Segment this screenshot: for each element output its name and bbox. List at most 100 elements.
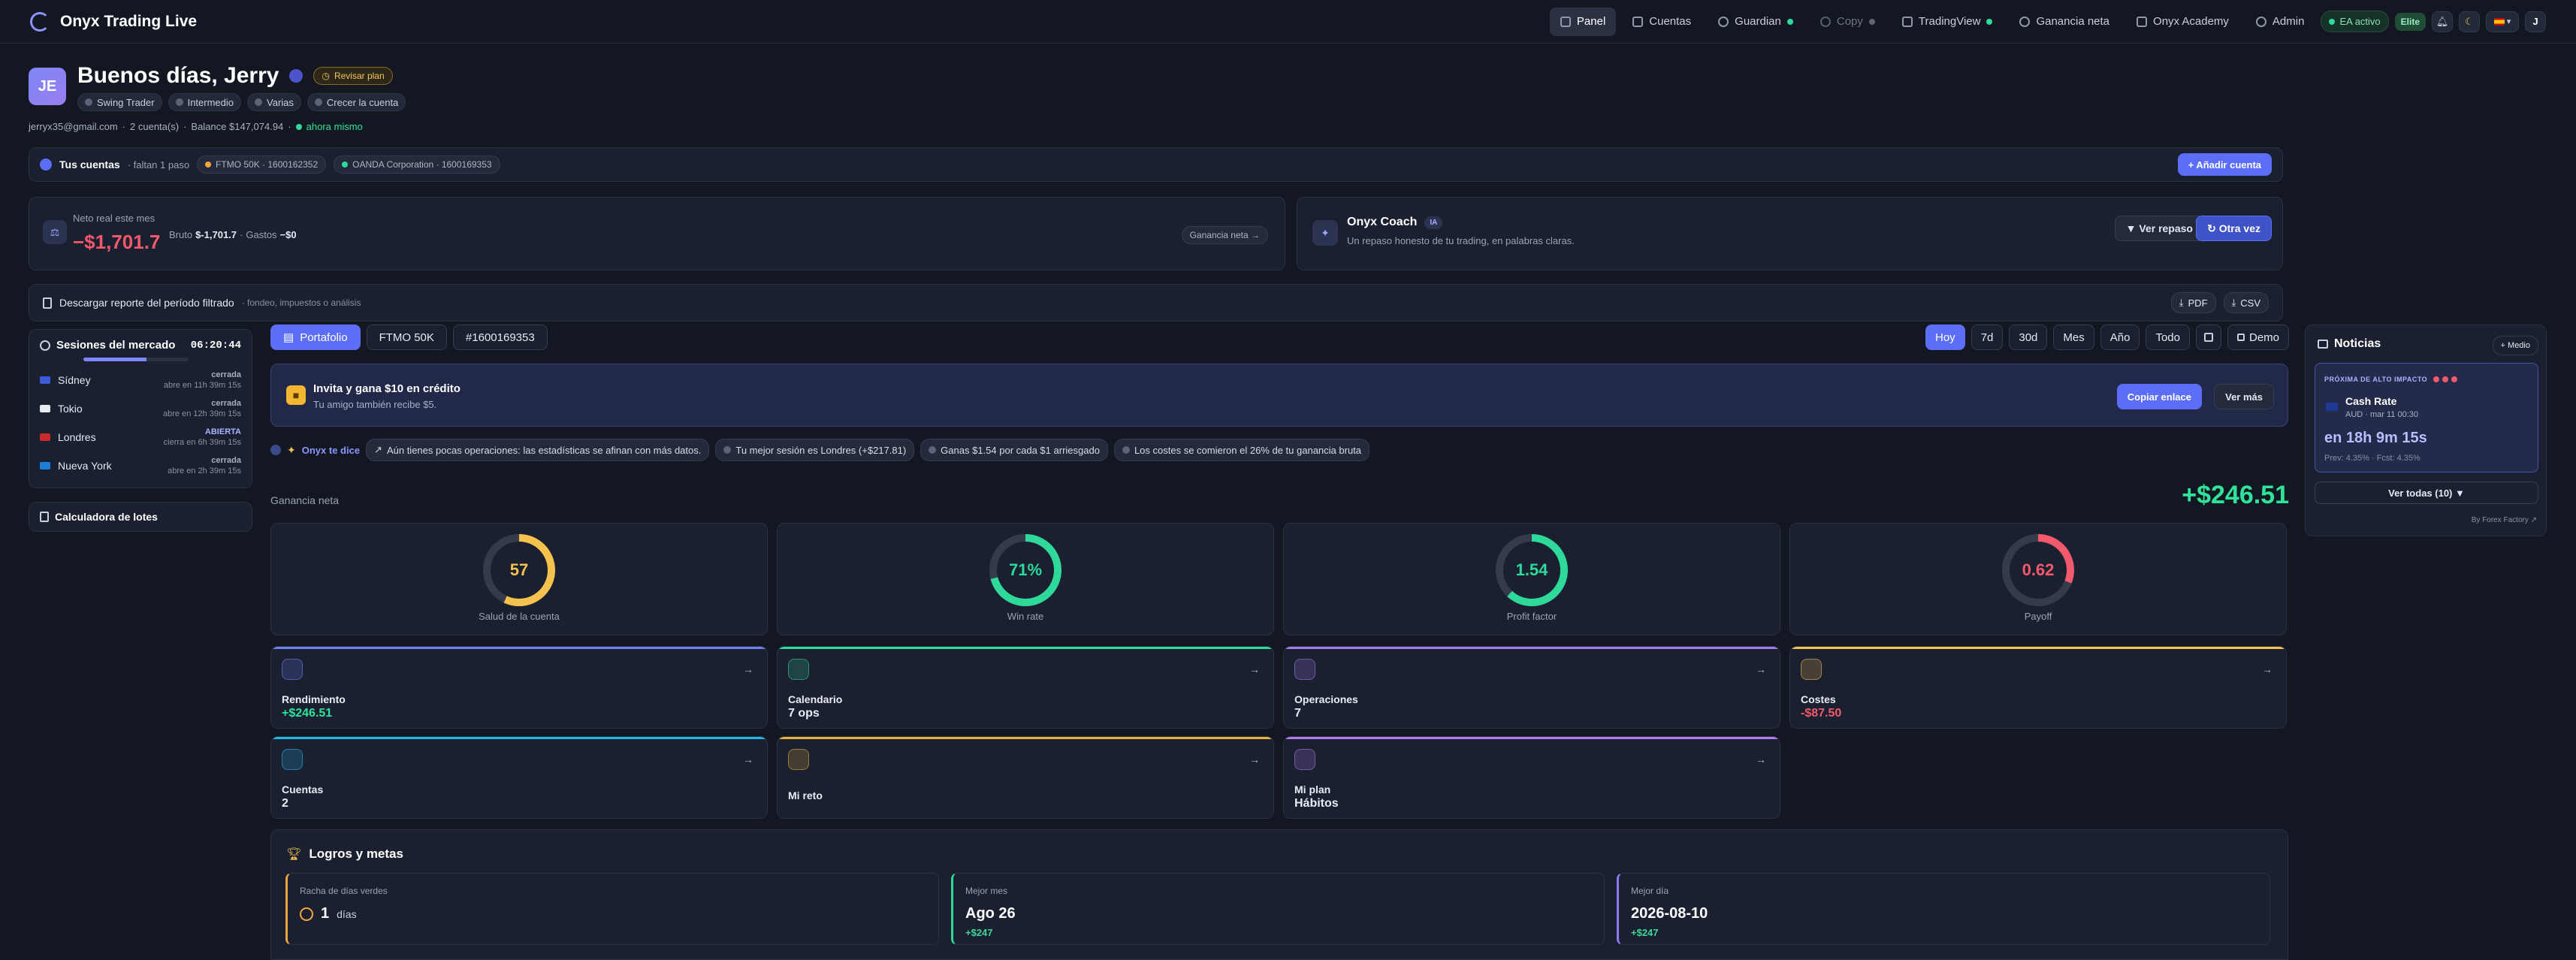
shield-icon — [1718, 16, 1729, 27]
gauge-card[interactable]: 57 Salud de la cuenta — [270, 523, 768, 635]
copy-link-button[interactable]: Copiar enlace — [2116, 384, 2202, 409]
tag-goal: Crecer la cuenta — [307, 93, 406, 111]
achievement-label: Mejor mes — [965, 886, 1008, 896]
tile-icon — [1801, 659, 1822, 680]
period-year[interactable]: Año — [2100, 325, 2140, 350]
nav-item-admin[interactable]: Admin — [2245, 8, 2315, 36]
retry-button[interactable]: ↻ Otra vez — [2196, 216, 2272, 241]
nav-item-guardian[interactable]: Guardian — [1708, 8, 1804, 36]
status-dot — [2329, 18, 2336, 25]
greeting-row: Buenos días, Jerry ◷ Revisar plan — [77, 63, 393, 89]
gauge-card[interactable]: 0.62 Payoff — [1789, 523, 2287, 635]
brand[interactable]: Onyx Trading Live — [30, 11, 198, 32]
elite-badge: Elite — [2394, 12, 2426, 31]
chart-icon: ↗ — [374, 444, 382, 455]
bell-icon: 🔔︎ — [2436, 15, 2449, 27]
tradingview-icon — [1901, 16, 1913, 27]
arrow-right-icon: → — [1249, 753, 1260, 765]
impact-filter[interactable]: + Medio — [2492, 336, 2538, 355]
nav-item-copy[interactable]: Copy — [1810, 8, 1886, 36]
nav-item-cuentas[interactable]: Cuentas — [1622, 8, 1702, 36]
pdf-button[interactable]: ⤓ PDF — [2170, 292, 2216, 313]
view-all-news-button[interactable]: Ver todas (10) ▼ — [2315, 482, 2538, 504]
nav-item-panel[interactable]: Panel — [1549, 7, 1617, 36]
arrow-right-icon: → — [2262, 663, 2272, 675]
theme-toggle[interactable]: ☾ — [2459, 11, 2480, 32]
net-profit-link[interactable]: Ganancia neta → — [1181, 226, 1268, 244]
calendar-icon — [2203, 333, 2213, 342]
nav-item-tradingview[interactable]: TradingView — [1892, 8, 2004, 36]
briefcase-icon: ▤ — [283, 331, 294, 344]
achievement-sub: +$247 — [965, 927, 993, 938]
user-avatar-button[interactable]: J — [2525, 11, 2546, 32]
report-bar: Descargar reporte del período filtrado ·… — [29, 284, 2283, 322]
module-tile[interactable]: → Calendario 7 ops — [777, 646, 1274, 729]
gauge-value: 71% — [1008, 560, 1043, 579]
sparkle-icon: ✦ — [1312, 220, 1338, 246]
tab-account-number[interactable]: #1600169353 — [452, 325, 548, 350]
achievement-card: Mejor día 2026-08-10 +$247 — [1617, 873, 2270, 945]
tag-style: Swing Trader — [77, 93, 162, 111]
news-source-link[interactable]: By Forex Factory ↗ — [2472, 516, 2537, 524]
gauge-value: 57 — [509, 560, 529, 579]
module-tile[interactable]: → Operaciones 7 — [1283, 646, 1780, 729]
period-7d[interactable]: 7d — [1971, 325, 2004, 350]
period-month[interactable]: Mes — [2053, 325, 2094, 350]
achievement-value: 2026-08-10 — [1631, 905, 1708, 922]
period-30d[interactable]: 30d — [2009, 325, 2048, 350]
see-more-button[interactable]: Ver más — [2214, 384, 2274, 409]
tab-ftmo[interactable]: FTMO 50K — [366, 325, 447, 350]
tile-value: 7 — [1294, 707, 1301, 720]
status-dot — [342, 162, 349, 168]
gauge-value: 1.54 — [1515, 560, 1548, 579]
tile-value: -$87.50 — [1801, 707, 1842, 720]
tile-accent — [1790, 647, 2286, 649]
high-impact-event[interactable]: PRÓXIMA DE ALTO IMPACTO Cash Rate AUD · … — [2315, 363, 2538, 472]
achievements-title: Logros y metas — [309, 847, 403, 861]
period-all[interactable]: Todo — [2146, 325, 2190, 350]
demo-toggle[interactable]: Demo — [2227, 325, 2289, 350]
gauge-card[interactable]: 71% Win rate — [777, 523, 1274, 635]
module-tile[interactable]: → Cuentas 2 — [270, 736, 768, 819]
achievement-label: Mejor día — [1631, 886, 1669, 896]
tag-markets: Varias — [247, 93, 301, 111]
module-tile[interactable]: → Mi plan Hábitos — [1283, 736, 1780, 819]
achievement-card: Racha de días verdes 1 días — [285, 873, 939, 945]
calendar-button[interactable] — [2195, 325, 2221, 350]
lot-calculator-button[interactable]: Calculadora de lotes — [29, 502, 252, 532]
achievement-value: Ago 26 — [965, 905, 1016, 922]
verified-icon — [289, 69, 304, 83]
add-account-button[interactable]: + Añadir cuenta — [2177, 153, 2272, 176]
module-tile[interactable]: → Mi reto — [777, 736, 1274, 819]
gauge-ring: 1.54 — [1496, 534, 1568, 606]
view-review-button[interactable]: ▼ Ver repaso — [2114, 216, 2204, 241]
nav-item-academy[interactable]: Onyx Academy — [2126, 8, 2239, 36]
coach-subtitle: Un repaso honesto de tu trading, en pala… — [1347, 235, 1575, 246]
module-tile[interactable]: → Rendimiento +$246.51 — [270, 646, 768, 729]
module-tile[interactable]: → Costes -$87.50 — [1789, 646, 2287, 729]
csv-button[interactable]: ⤓ CSV — [2223, 292, 2269, 313]
sessions-clock: 06:20:44 — [190, 339, 241, 352]
clock-icon — [40, 340, 50, 351]
notifications-button[interactable]: 🔔︎ — [2432, 11, 2453, 32]
language-select[interactable]: ▾ — [2486, 11, 2519, 32]
top-bar: Onyx Trading Live Panel Cuentas Guardian… — [0, 0, 2576, 44]
session-progress — [83, 358, 189, 361]
account-chip-ftmo[interactable]: FTMO 50K · 1600162352 — [197, 155, 327, 174]
period-hoy[interactable]: Hoy — [1925, 325, 1965, 350]
account-chip-oanda[interactable]: OANDA Corporation · 1600169353 — [334, 155, 500, 174]
status-dot — [1868, 18, 1875, 25]
logo-icon — [30, 11, 50, 32]
app-title: Onyx Trading Live — [60, 12, 198, 30]
nav-item-ganancia-neta[interactable]: Ganancia neta — [2009, 8, 2120, 36]
tab-portfolio[interactable]: ▤ Portafolio — [270, 325, 361, 350]
tip-chip: Ganas $1.54 por cada $1 arriesgado — [920, 439, 1108, 461]
balance: Balance $147,074.94 — [191, 121, 284, 132]
gauge-card[interactable]: 1.54 Profit factor — [1283, 523, 1780, 635]
level-icon — [175, 98, 183, 106]
accounts-icon — [40, 158, 52, 171]
tip-chip: Los costes se comieron el 26% de tu gana… — [1113, 439, 1370, 461]
tile-icon — [282, 749, 303, 770]
review-plan-button[interactable]: ◷ Revisar plan — [313, 67, 393, 85]
tile-title: Calendario — [788, 693, 843, 705]
